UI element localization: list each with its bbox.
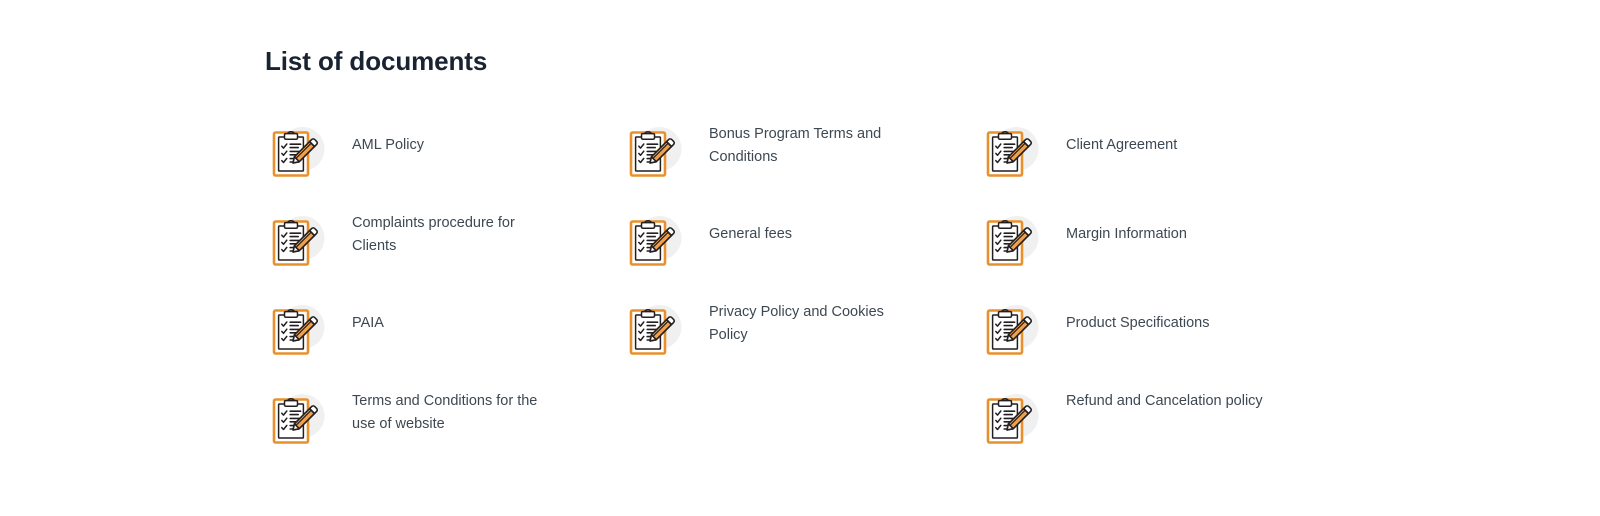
document-label: Refund and Cancelation policy xyxy=(1066,393,1263,409)
document-link-4[interactable]: General fees xyxy=(622,211,979,300)
document-link-9[interactable]: Terms and Conditions for the use of webs… xyxy=(265,389,622,478)
document-label: AML Policy xyxy=(352,137,424,153)
clipboard-checklist-pencil-icon xyxy=(622,123,684,185)
clipboard-checklist-pencil-icon xyxy=(979,390,1041,452)
document-link-2[interactable]: Client Agreement xyxy=(979,122,1336,211)
document-link-7[interactable]: Privacy Policy and Cookies Policy xyxy=(622,300,979,389)
documents-grid-empty-cell xyxy=(622,389,979,478)
clipboard-checklist-pencil-icon xyxy=(622,301,684,363)
document-label: PAIA xyxy=(352,315,384,331)
document-link-0[interactable]: AML Policy xyxy=(265,122,622,211)
document-label: Client Agreement xyxy=(1066,137,1178,153)
clipboard-checklist-pencil-icon xyxy=(265,390,327,452)
document-link-6[interactable]: PAIA xyxy=(265,300,622,389)
clipboard-checklist-pencil-icon xyxy=(979,212,1041,274)
document-label: Margin Information xyxy=(1066,226,1187,242)
document-label: Terms and Conditions for the use of webs… xyxy=(352,393,538,432)
document-label: Bonus Program Terms and Conditions xyxy=(709,126,882,165)
document-label: General fees xyxy=(709,226,793,242)
document-label: Complaints procedure for Clients xyxy=(352,215,515,254)
documents-page: List of documents AML Policy Bonus Progr… xyxy=(0,0,1600,516)
document-label: Privacy Policy and Cookies Policy xyxy=(709,304,884,343)
document-label: Product Specifications xyxy=(1066,315,1210,331)
clipboard-checklist-pencil-icon xyxy=(979,301,1041,363)
page-title: List of documents xyxy=(265,46,488,76)
clipboard-checklist-pencil-icon xyxy=(622,212,684,274)
clipboard-checklist-pencil-icon xyxy=(979,123,1041,185)
document-link-1[interactable]: Bonus Program Terms and Conditions xyxy=(622,122,979,211)
documents-grid: AML Policy Bonus Program Terms and Condi… xyxy=(265,122,1425,478)
document-link-8[interactable]: Product Specifications xyxy=(979,300,1336,389)
document-link-5[interactable]: Margin Information xyxy=(979,211,1336,300)
document-link-11[interactable]: Refund and Cancelation policy xyxy=(979,389,1336,478)
clipboard-checklist-pencil-icon xyxy=(265,123,327,185)
clipboard-checklist-pencil-icon xyxy=(265,212,327,274)
document-link-3[interactable]: Complaints procedure for Clients xyxy=(265,211,622,300)
clipboard-checklist-pencil-icon xyxy=(265,301,327,363)
